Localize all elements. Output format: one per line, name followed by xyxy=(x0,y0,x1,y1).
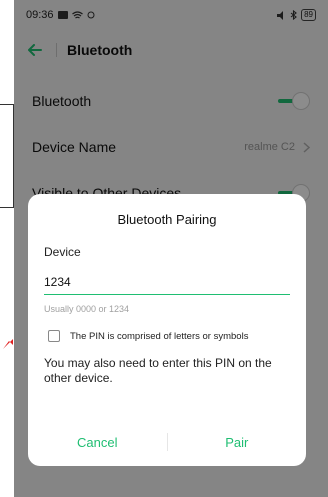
pin-field-underline xyxy=(44,273,290,295)
screenshot-stage: 09:36 89 Bluetooth Bluetooth Device Name… xyxy=(0,0,328,497)
cancel-button[interactable]: Cancel xyxy=(28,435,167,450)
pin-letters-option[interactable]: The PIN is comprised of letters or symbo… xyxy=(48,330,306,342)
pin-input[interactable] xyxy=(44,275,290,289)
pin-hint: Usually 0000 or 1234 xyxy=(44,304,130,314)
annotation-arrow-icon xyxy=(3,339,13,349)
checkbox-label: The PIN is comprised of letters or symbo… xyxy=(70,330,249,342)
pair-button[interactable]: Pair xyxy=(168,435,307,450)
device-label: Device xyxy=(44,245,81,259)
dialog-actions: Cancel Pair xyxy=(28,418,306,466)
dialog-title: Bluetooth Pairing xyxy=(117,212,217,227)
annotation-frame xyxy=(0,104,14,208)
bluetooth-pairing-dialog: Bluetooth Pairing Device Usually 0000 or… xyxy=(28,194,306,466)
pairing-note: You may also need to enter this PIN on t… xyxy=(44,356,272,385)
pin-letters-checkbox[interactable] xyxy=(48,330,60,342)
phone-screen: 09:36 89 Bluetooth Bluetooth Device Name… xyxy=(14,0,328,497)
